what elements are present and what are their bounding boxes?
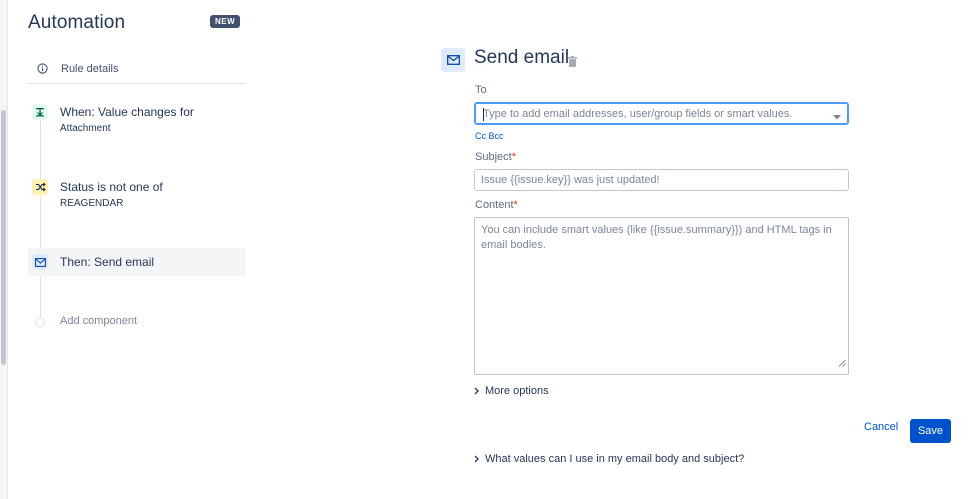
more-options-label: More options — [485, 385, 549, 397]
more-options-toggle[interactable]: More options — [474, 385, 549, 397]
email-icon — [32, 254, 48, 270]
required-marker: * — [513, 199, 518, 211]
smart-values-help-toggle[interactable]: What values can I use in my email body a… — [474, 453, 744, 465]
step-action-send-email[interactable]: Then: Send email — [28, 248, 246, 276]
cc-bcc-link[interactable]: Cc Bcc — [475, 131, 504, 141]
chevron-right-icon — [474, 455, 483, 463]
trigger-icon — [32, 104, 48, 120]
add-component-dot — [35, 317, 45, 327]
trash-icon[interactable] — [568, 54, 577, 72]
save-button[interactable]: Save — [910, 419, 951, 443]
subject-input[interactable]: Issue {{issue.key}} was just updated! — [474, 169, 849, 191]
step-trigger-title: When: Value changes for — [60, 105, 194, 119]
to-input[interactable]: Type to add email addresses, user/group … — [474, 102, 849, 125]
content-textarea[interactable]: You can include smart values (like {{iss… — [474, 217, 849, 375]
step-condition-title: Status is not one of — [60, 180, 163, 194]
subject-label: Subject* — [475, 151, 516, 163]
rule-details-label: Rule details — [61, 62, 119, 75]
content-label-text: Content — [475, 199, 514, 211]
content-label: Content* — [475, 199, 518, 211]
step-condition-subtitle: REAGENDAR — [60, 198, 124, 209]
chevron-right-icon — [474, 387, 483, 395]
cancel-button[interactable]: Cancel — [864, 421, 898, 433]
panel-title: Send email — [474, 47, 570, 68]
app-title: Automation — [28, 12, 126, 33]
help-label: What values can I use in my email body a… — [485, 453, 745, 465]
chevron-down-icon[interactable] — [833, 111, 841, 123]
rule-details-link[interactable]: Rule details — [28, 54, 246, 84]
subject-label-text: Subject — [475, 151, 512, 163]
step-trigger-subtitle: Attachment — [60, 123, 111, 134]
required-marker: * — [511, 151, 516, 163]
add-component-button[interactable]: Add component — [28, 313, 246, 330]
left-scroll-strip — [0, 0, 8, 499]
step-condition[interactable]: Status is not one of REAGENDAR — [28, 179, 246, 212]
rule-timeline — [40, 112, 41, 322]
sidebar: Automation NEW Rule details When: Value … — [8, 0, 248, 499]
resize-handle-icon[interactable] — [838, 357, 846, 372]
step-trigger[interactable]: When: Value changes for Attachment — [28, 104, 246, 137]
text-caret — [483, 108, 484, 121]
send-email-panel: Send email To Type to add email addresse… — [441, 0, 961, 499]
email-icon — [441, 48, 465, 72]
add-component-label: Add component — [60, 315, 138, 327]
to-label: To — [475, 84, 487, 96]
sidebar-scrollbar[interactable] — [1, 110, 6, 365]
content-placeholder: You can include smart values (like {{iss… — [481, 224, 832, 251]
info-icon — [35, 62, 49, 76]
to-placeholder: Type to add email addresses, user/group … — [483, 107, 793, 120]
condition-icon — [32, 179, 48, 195]
new-badge: NEW — [210, 15, 241, 28]
step-action-title: Then: Send email — [60, 254, 155, 269]
